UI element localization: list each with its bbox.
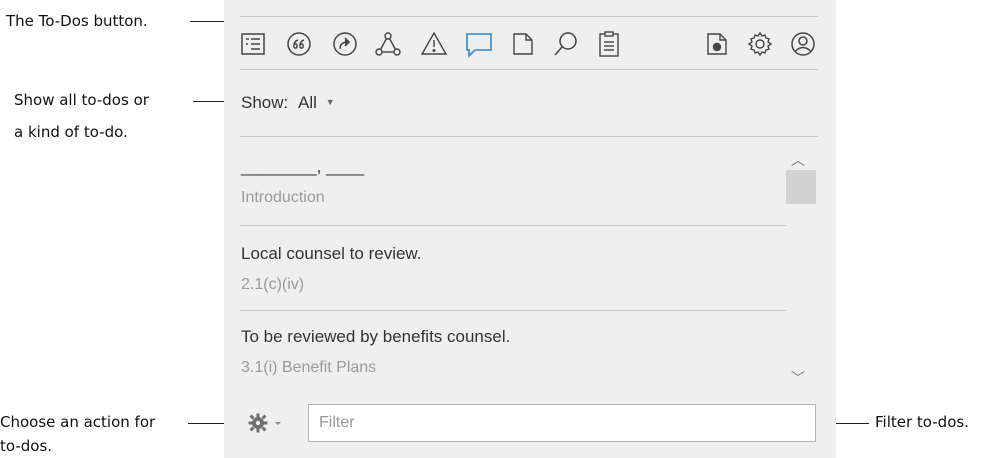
filter-field[interactable]: [308, 404, 816, 442]
share-icon[interactable]: [332, 31, 358, 57]
scroll-down-icon[interactable]: ﹀: [784, 368, 812, 388]
chevron-down-icon: ▼: [325, 97, 335, 107]
outline-icon[interactable]: [240, 31, 266, 57]
divider-top: [240, 16, 818, 17]
document-settings-icon[interactable]: [704, 31, 730, 57]
document-icon[interactable]: [510, 31, 536, 57]
actions-menu-button[interactable]: [248, 412, 284, 438]
warning-icon[interactable]: [420, 31, 448, 57]
scrollbar-thumb[interactable]: [786, 170, 816, 204]
divider-toolbar: [240, 69, 818, 70]
todo-location: Introduction: [241, 189, 325, 206]
todo-item[interactable]: ________, ____ Introduction: [241, 156, 364, 209]
todo-item[interactable]: Local counsel to review. 2.1(c)(iv): [241, 243, 422, 296]
quote-icon[interactable]: [286, 31, 312, 57]
action-gear-icon: [248, 413, 281, 433]
todo-location: 2.1(c)(iv): [241, 276, 305, 293]
todo-location: 3.1(i) Benefit Plans: [241, 359, 377, 376]
callout-action-line2: to-dos.: [0, 437, 53, 455]
todos-icon[interactable]: [464, 31, 494, 59]
callout-action-line1: Choose an action for: [0, 413, 156, 431]
show-dropdown[interactable]: Show: All ▼: [241, 93, 335, 113]
todo-divider: [240, 310, 786, 311]
network-icon[interactable]: [374, 31, 402, 57]
clipboard-icon[interactable]: [596, 30, 622, 58]
show-value: All: [298, 93, 317, 112]
todo-title: Local counsel to review.: [241, 244, 422, 263]
callout-filter: Filter to-dos.: [875, 413, 969, 431]
todo-title: ________, ____: [241, 157, 364, 176]
callout-show-line1: Show all to-dos or: [14, 91, 149, 109]
scroll-up-icon[interactable]: ︿: [784, 150, 812, 170]
user-icon[interactable]: [790, 31, 816, 57]
todo-item[interactable]: To be reviewed by benefits counsel. 3.1(…: [241, 326, 510, 379]
todo-divider: [240, 225, 786, 226]
callout-todos-button: The To-Dos button.: [6, 12, 148, 30]
todos-panel: Show: All ▼ ________, ____ Introduction …: [224, 0, 836, 458]
divider-show: [240, 136, 818, 137]
callout-show-line2: a kind of to-do.: [14, 123, 128, 141]
show-label: Show:: [241, 93, 289, 112]
gear-icon[interactable]: [746, 30, 774, 58]
filter-input[interactable]: [309, 405, 815, 441]
todo-title: To be reviewed by benefits counsel.: [241, 327, 511, 346]
search-icon[interactable]: [552, 31, 580, 57]
